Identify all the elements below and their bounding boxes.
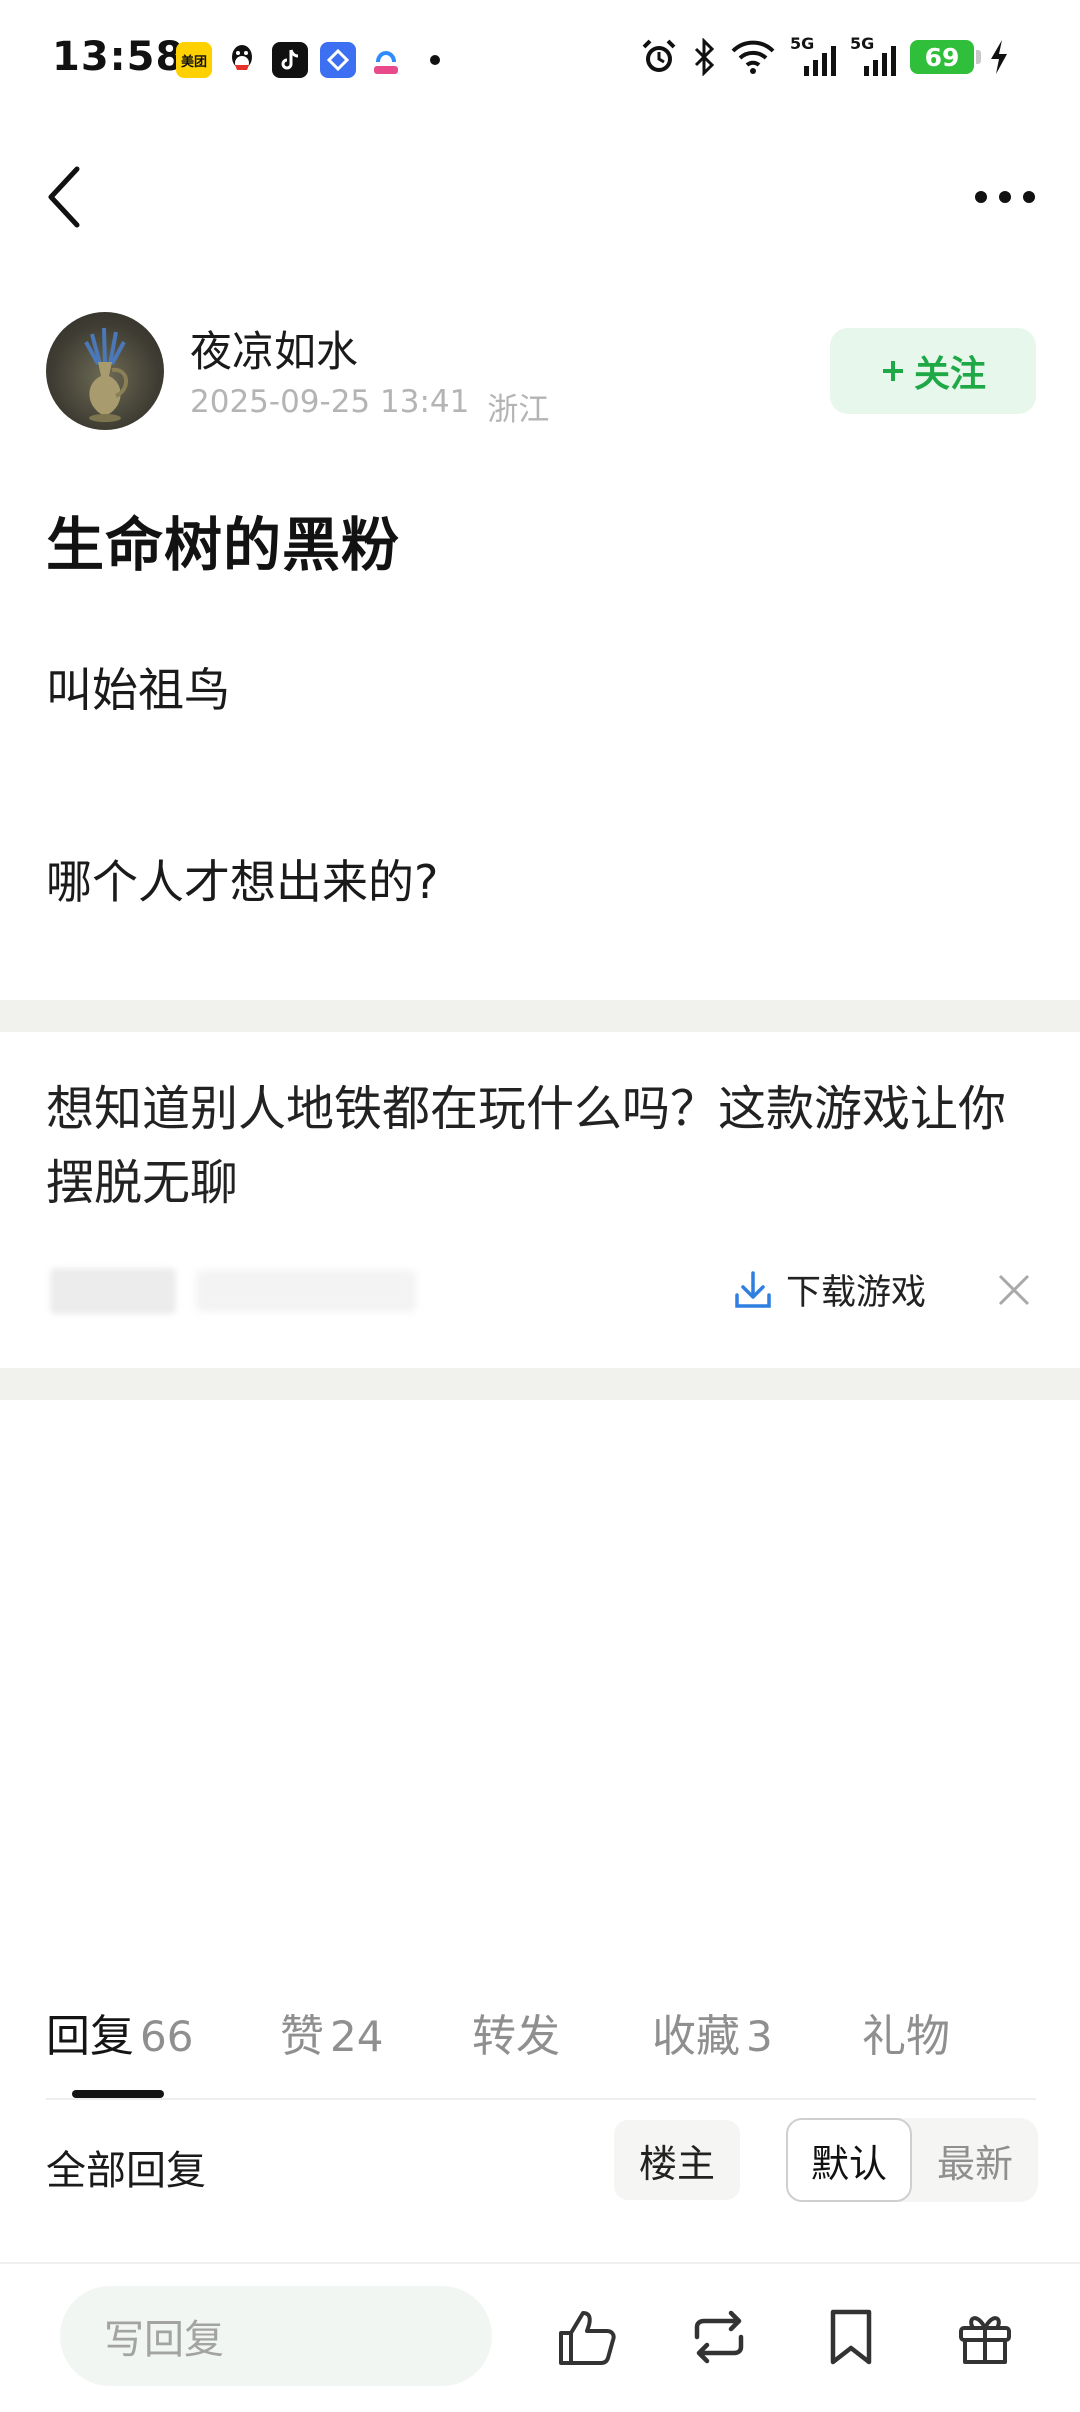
more-dots-icon [975, 191, 1035, 203]
alarm-icon [642, 39, 676, 72]
interaction-tabs: 回复 66 赞 24 转发 收藏 3 礼物 [46, 2000, 1036, 2070]
plus-icon [882, 361, 903, 381]
gift-button[interactable] [940, 2292, 1030, 2382]
tab-replies[interactable]: 回复 66 [46, 2000, 193, 2064]
author-name[interactable]: 夜凉如水 [190, 318, 358, 379]
close-ad-button[interactable] [990, 1266, 1038, 1314]
tabs-divider [46, 2098, 1036, 2100]
bookmark-icon [830, 2309, 872, 2365]
download-icon [735, 1270, 771, 1308]
close-icon [998, 1274, 1030, 1306]
signal-5g-1: 5G [790, 34, 836, 76]
back-button[interactable] [30, 162, 100, 232]
vase-image [84, 327, 128, 422]
post-title: 生命树的黑粉 [46, 511, 401, 579]
section-divider [0, 1368, 1080, 1400]
signal-5g-2: 5G [850, 34, 896, 76]
tab-gifts[interactable]: 礼物 [862, 2000, 950, 2064]
more-options-button[interactable] [960, 162, 1050, 232]
bookmark-button[interactable] [806, 2292, 896, 2382]
meituan-icon: 美团 [176, 42, 212, 78]
bottom-action-bar: 写回复 [0, 2262, 1080, 2412]
status-bar: 13:58 美团 5G 5G 69 [0, 0, 1080, 124]
wifi-icon [731, 40, 775, 74]
follow-button[interactable]: 关注 [830, 328, 1036, 414]
post-location: 浙江 [487, 392, 550, 428]
owner-only-filter[interactable]: 楼主 [614, 2120, 740, 2200]
post-paragraph: 哪个人才想出来的? [46, 855, 439, 909]
app-icon [320, 42, 356, 78]
more-notifications-dot [430, 55, 440, 65]
ad-text[interactable]: 想知道别人地铁都在玩什么吗？这款游戏让你摆脱无聊 [46, 1072, 1036, 1220]
like-icon [559, 2311, 616, 2365]
sort-toggle: 默认 最新 [786, 2118, 1038, 2202]
battery-indicator: 69 [910, 40, 981, 74]
reply-input[interactable]: 写回复 [60, 2286, 492, 2386]
post-paragraph: 叫始祖鸟 [46, 663, 230, 717]
author-avatar[interactable] [46, 312, 164, 430]
repost-icon [694, 2310, 744, 2364]
tab-reposts[interactable]: 转发 [472, 2000, 560, 2064]
status-time: 13:58 [52, 34, 185, 80]
sort-default-option[interactable]: 默认 [786, 2118, 912, 2202]
gift-icon [959, 2316, 1011, 2364]
notification-icons: 美团 [176, 42, 440, 78]
nav-bar [0, 150, 1080, 240]
system-icons: 5G 5G 69 [640, 34, 1010, 76]
all-replies-label: 全部回复 [46, 2148, 206, 2194]
tab-likes[interactable]: 赞 24 [280, 2000, 383, 2064]
ad-source-blurred [50, 1268, 176, 1314]
tab-favorites[interactable]: 收藏 3 [652, 2000, 773, 2064]
sort-latest-option[interactable]: 最新 [912, 2118, 1038, 2202]
qq-icon [224, 42, 260, 78]
download-game-button[interactable]: 下载游戏 [734, 1264, 926, 1315]
app-icon [368, 42, 404, 78]
section-divider [0, 1000, 1080, 1032]
ad-source-blurred [196, 1270, 416, 1312]
chevron-left-icon [48, 166, 80, 228]
charging-icon [991, 40, 1007, 74]
post-date: 2025-09-25 13:41 [190, 384, 470, 420]
active-tab-indicator [72, 2090, 164, 2098]
post-meta: 2025-09-25 13:41 浙江 [190, 384, 549, 429]
tiktok-icon [272, 42, 308, 78]
like-button[interactable] [542, 2292, 632, 2382]
download-label: 下载游戏 [786, 1273, 927, 1313]
repost-button[interactable] [674, 2292, 764, 2382]
follow-label: 关注 [913, 354, 986, 395]
bluetooth-icon [694, 38, 715, 76]
